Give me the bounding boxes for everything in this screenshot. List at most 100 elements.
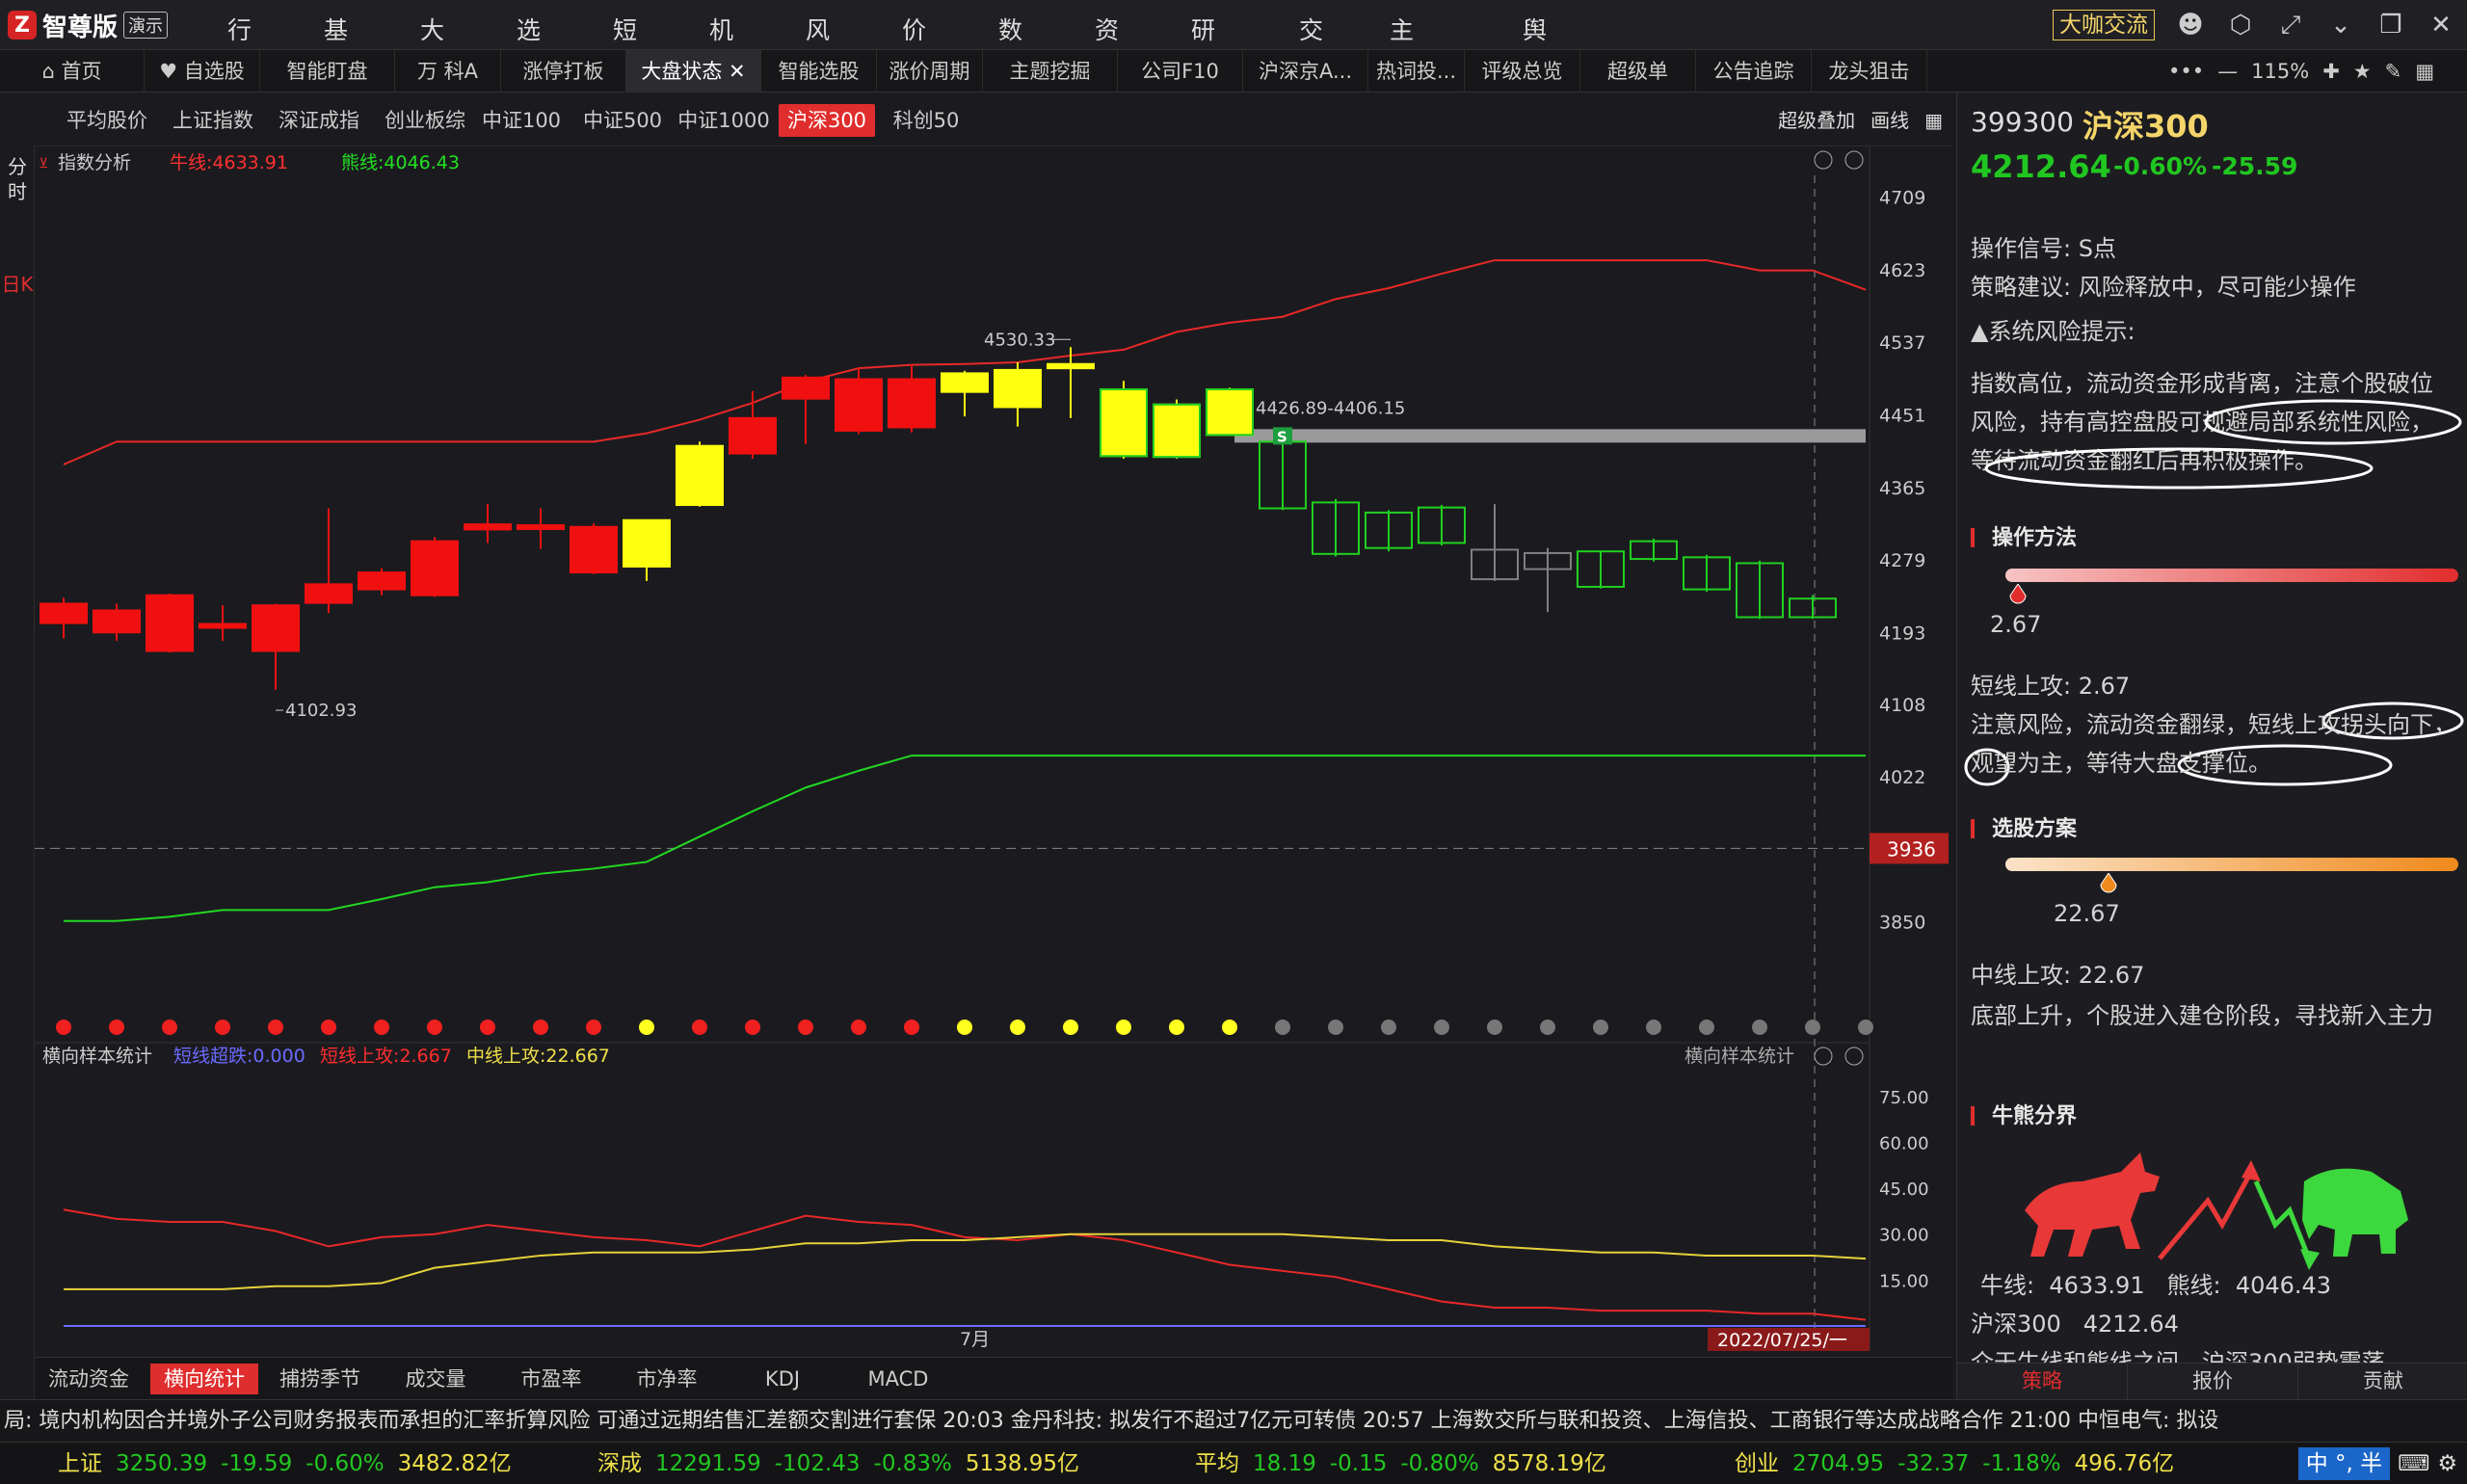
candle-body (517, 524, 565, 531)
tab-15[interactable]: 龙头狙击 (1812, 50, 1927, 93)
market-3[interactable]: 创业 2704.95 -32.37 -1.18% 496.76亿 (1735, 1443, 2188, 1484)
signal-dot (268, 1020, 283, 1035)
star-icon[interactable]: ★ (2353, 50, 2372, 93)
index-tab-1[interactable]: 上证指数 (160, 104, 266, 137)
chevron-down-icon[interactable]: ⌄ (2326, 11, 2355, 40)
index-tab-4[interactable]: 中证100 (478, 104, 565, 137)
indicator-tab-4[interactable]: 市盈率 (497, 1364, 605, 1394)
tab-9[interactable]: 公司F10 (1118, 50, 1243, 93)
user-icon[interactable]: ☻ (2176, 11, 2205, 40)
panel-tab-quote[interactable]: 报价 (2128, 1364, 2298, 1399)
zoom-out-icon[interactable]: — (2217, 50, 2238, 93)
indicator-tab-5[interactable]: 市净率 (613, 1364, 721, 1394)
market-pct: -0.80% (1400, 1451, 1479, 1476)
y-tick-label: 4022 (1879, 767, 1925, 788)
market-price: 18.19 (1253, 1451, 1316, 1476)
tab-11[interactable]: 热词投... (1368, 50, 1465, 93)
indicator-tab-2[interactable]: 捕捞季节 (266, 1364, 374, 1394)
indicator-tab-6[interactable]: KDJ (729, 1364, 836, 1394)
tab-label: 评级总览 (1481, 60, 1563, 83)
tab-7[interactable]: 涨价周期 (877, 50, 983, 93)
market-name: 上证 (58, 1451, 102, 1476)
period-sidebar: 分时 日K (0, 146, 35, 1399)
tab-2[interactable]: 智能盯盘 (260, 50, 395, 93)
tab-8[interactable]: 主题挖掘 (983, 50, 1118, 93)
panel-tab-contribution[interactable]: 贡献 (2298, 1364, 2467, 1399)
signal-dot (745, 1020, 760, 1035)
fenshi-toggle[interactable]: 分时 (0, 154, 35, 204)
indicator-tab-7[interactable]: MACD (844, 1364, 952, 1394)
tab-label: 大盘状态 (641, 60, 723, 83)
sub-title-right: 横向样本统计 (1684, 1046, 1794, 1067)
signal-dot (162, 1020, 177, 1035)
tab-14[interactable]: 公告追踪 (1696, 50, 1812, 93)
close-icon[interactable]: ✕ (2427, 11, 2455, 40)
signal-dot (109, 1020, 124, 1035)
tab-10[interactable]: 沪深京A... (1243, 50, 1368, 93)
tab-13[interactable]: 超级单 (1580, 50, 1696, 93)
index-tab-5[interactable]: 中证500 (574, 104, 671, 137)
settings-icon[interactable]: ⬡ (2226, 11, 2255, 40)
news-ticker[interactable]: 局: 境内机构因合并境外子公司财务报表而承担的汇率折算风险 可通过远期结售汇差额… (0, 1399, 2467, 1442)
signal-label: S (1277, 428, 1287, 445)
x-month-label: 7月 (960, 1329, 990, 1350)
tab-label: 涨价周期 (889, 60, 970, 83)
window-controls: 大咖交流 ☻ ⬡ ⤢ ⌄ ❐ ✕ (2053, 8, 2455, 42)
rik-toggle[interactable]: 日K (0, 272, 35, 297)
tab-12[interactable]: 评级总览 (1465, 50, 1580, 93)
index-tab-8[interactable]: 科创50 (883, 104, 969, 137)
layout-icon[interactable]: ▦ (1924, 104, 1943, 137)
short-attack-marker-icon (2008, 583, 2028, 605)
market-chg: -32.37 (1897, 1451, 1970, 1476)
market-2[interactable]: 平均 18.19 -0.15 -0.80% 8578.19亿 (1195, 1443, 1620, 1484)
tab-label: 超级单 (1607, 60, 1668, 83)
cafe-button[interactable]: 大咖交流 (2053, 10, 2155, 40)
indicator-tab-3[interactable]: 成交量 (382, 1364, 490, 1394)
grid-icon[interactable]: ▦ (2415, 50, 2434, 93)
close-tab-icon[interactable]: ✕ (722, 60, 746, 83)
market-1[interactable]: 深成 12291.59 -102.43 -0.83% 5138.95亿 (597, 1443, 1093, 1484)
ime-indicator[interactable]: 中 °, 半 (2297, 1447, 2391, 1480)
app-logo[interactable]: Z 智尊版 演示 (8, 8, 169, 42)
more-tabs-button[interactable]: ••• (2168, 50, 2204, 93)
index-analysis-chart[interactable]: 4709 4623 4537 4451 4365 4279 4193 4108 4022 3936… (35, 146, 1952, 1351)
tray-settings-icon[interactable]: ⚙ (2437, 1443, 2457, 1484)
index-tab-2[interactable]: 深证成指 (266, 104, 372, 137)
candle-body (994, 368, 1042, 409)
market-0[interactable]: 上证 3250.39 -19.59 -0.60% 3482.82亿 (58, 1443, 525, 1484)
current-price-tag: 3936 (1887, 837, 1936, 861)
shrink-icon[interactable]: ⤢ (2276, 11, 2305, 40)
index-tab-0[interactable]: 平均股价 (54, 104, 160, 137)
tab-3[interactable]: 万 科A (395, 50, 501, 93)
panel-tab-strategy[interactable]: 策略 (1957, 1364, 2128, 1399)
keyboard-icon[interactable]: ⌨ (2398, 1443, 2429, 1484)
tab-label: 涨停打板 (522, 60, 604, 83)
draw-line-button[interactable]: 画线 (1870, 104, 1909, 137)
tab-0[interactable]: ⌂ 首页 (0, 50, 145, 93)
demo-badge: 演示 (123, 12, 169, 39)
pen-icon[interactable]: ✎ (2385, 50, 2402, 93)
signal-dot (957, 1020, 972, 1035)
indicator-tab-1[interactable]: 横向统计 (150, 1364, 258, 1394)
tab-label: 公告追踪 (1712, 60, 1794, 83)
tab-4[interactable]: 涨停打板 (501, 50, 626, 93)
tab-1[interactable]: ♥ 自选股 (145, 50, 260, 93)
index-tools: 超级叠加 画线 ▦ (1778, 104, 1943, 137)
index-tab-3[interactable]: 创业板综 (372, 104, 478, 137)
zoom-in-icon[interactable]: ✚ (2322, 50, 2340, 93)
super-overlay-button[interactable]: 超级叠加 (1778, 104, 1855, 137)
signal-dot (1328, 1020, 1343, 1035)
candle-body (305, 583, 353, 604)
signal-dot (1275, 1020, 1290, 1035)
tab-6[interactable]: 智能选股 (761, 50, 877, 93)
sub-y-tick: 30.00 (1879, 1226, 1929, 1246)
restore-icon[interactable]: ❐ (2376, 11, 2405, 40)
candle-body-outline (1153, 403, 1201, 459)
short-attack-text: 注意风险，流动资金翻绿，短线上攻拐头向下，观望为主，等待大盘支撑位。 (1971, 711, 2456, 777)
market-amt: 3482.82亿 (397, 1451, 512, 1476)
mid-attack-gauge (2005, 858, 2458, 871)
indicator-tab-0[interactable]: 流动资金 (35, 1364, 143, 1394)
index-tab-7[interactable]: 沪深300 (779, 104, 875, 137)
tab-5[interactable]: 大盘状态 ✕ (626, 50, 761, 93)
index-tab-6[interactable]: 中证1000 (671, 104, 777, 137)
